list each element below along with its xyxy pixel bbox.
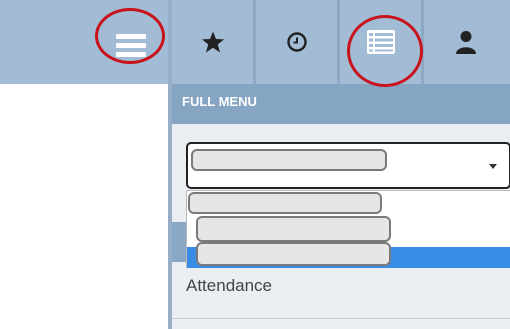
clock-icon	[286, 32, 307, 52]
star-icon	[201, 31, 224, 53]
tab-full-menu[interactable]	[340, 0, 424, 84]
module-select[interactable]	[186, 142, 510, 189]
divider	[172, 318, 510, 319]
menu-header: FULL MENU	[172, 84, 510, 124]
select-dropdown-list	[186, 190, 510, 268]
chevron-down-icon	[489, 164, 497, 169]
tab-bar	[172, 0, 510, 84]
tab-recent[interactable]	[256, 0, 340, 84]
hamburger-icon	[116, 34, 146, 39]
side-panel: FULL MENU Attendance	[168, 0, 510, 329]
top-bar	[0, 0, 168, 84]
redacted-selected-value	[191, 149, 387, 171]
redacted-option[interactable]	[188, 192, 382, 214]
menu-item-attendance[interactable]: Attendance	[186, 276, 272, 296]
tab-profile[interactable]	[424, 0, 508, 84]
redacted-option[interactable]	[196, 242, 391, 266]
hamburger-menu-button[interactable]	[112, 28, 154, 64]
tab-favorites[interactable]	[172, 0, 256, 84]
menu-row-background	[172, 222, 186, 262]
list-icon	[366, 30, 395, 54]
user-icon	[456, 31, 476, 54]
redacted-option[interactable]	[196, 216, 391, 242]
